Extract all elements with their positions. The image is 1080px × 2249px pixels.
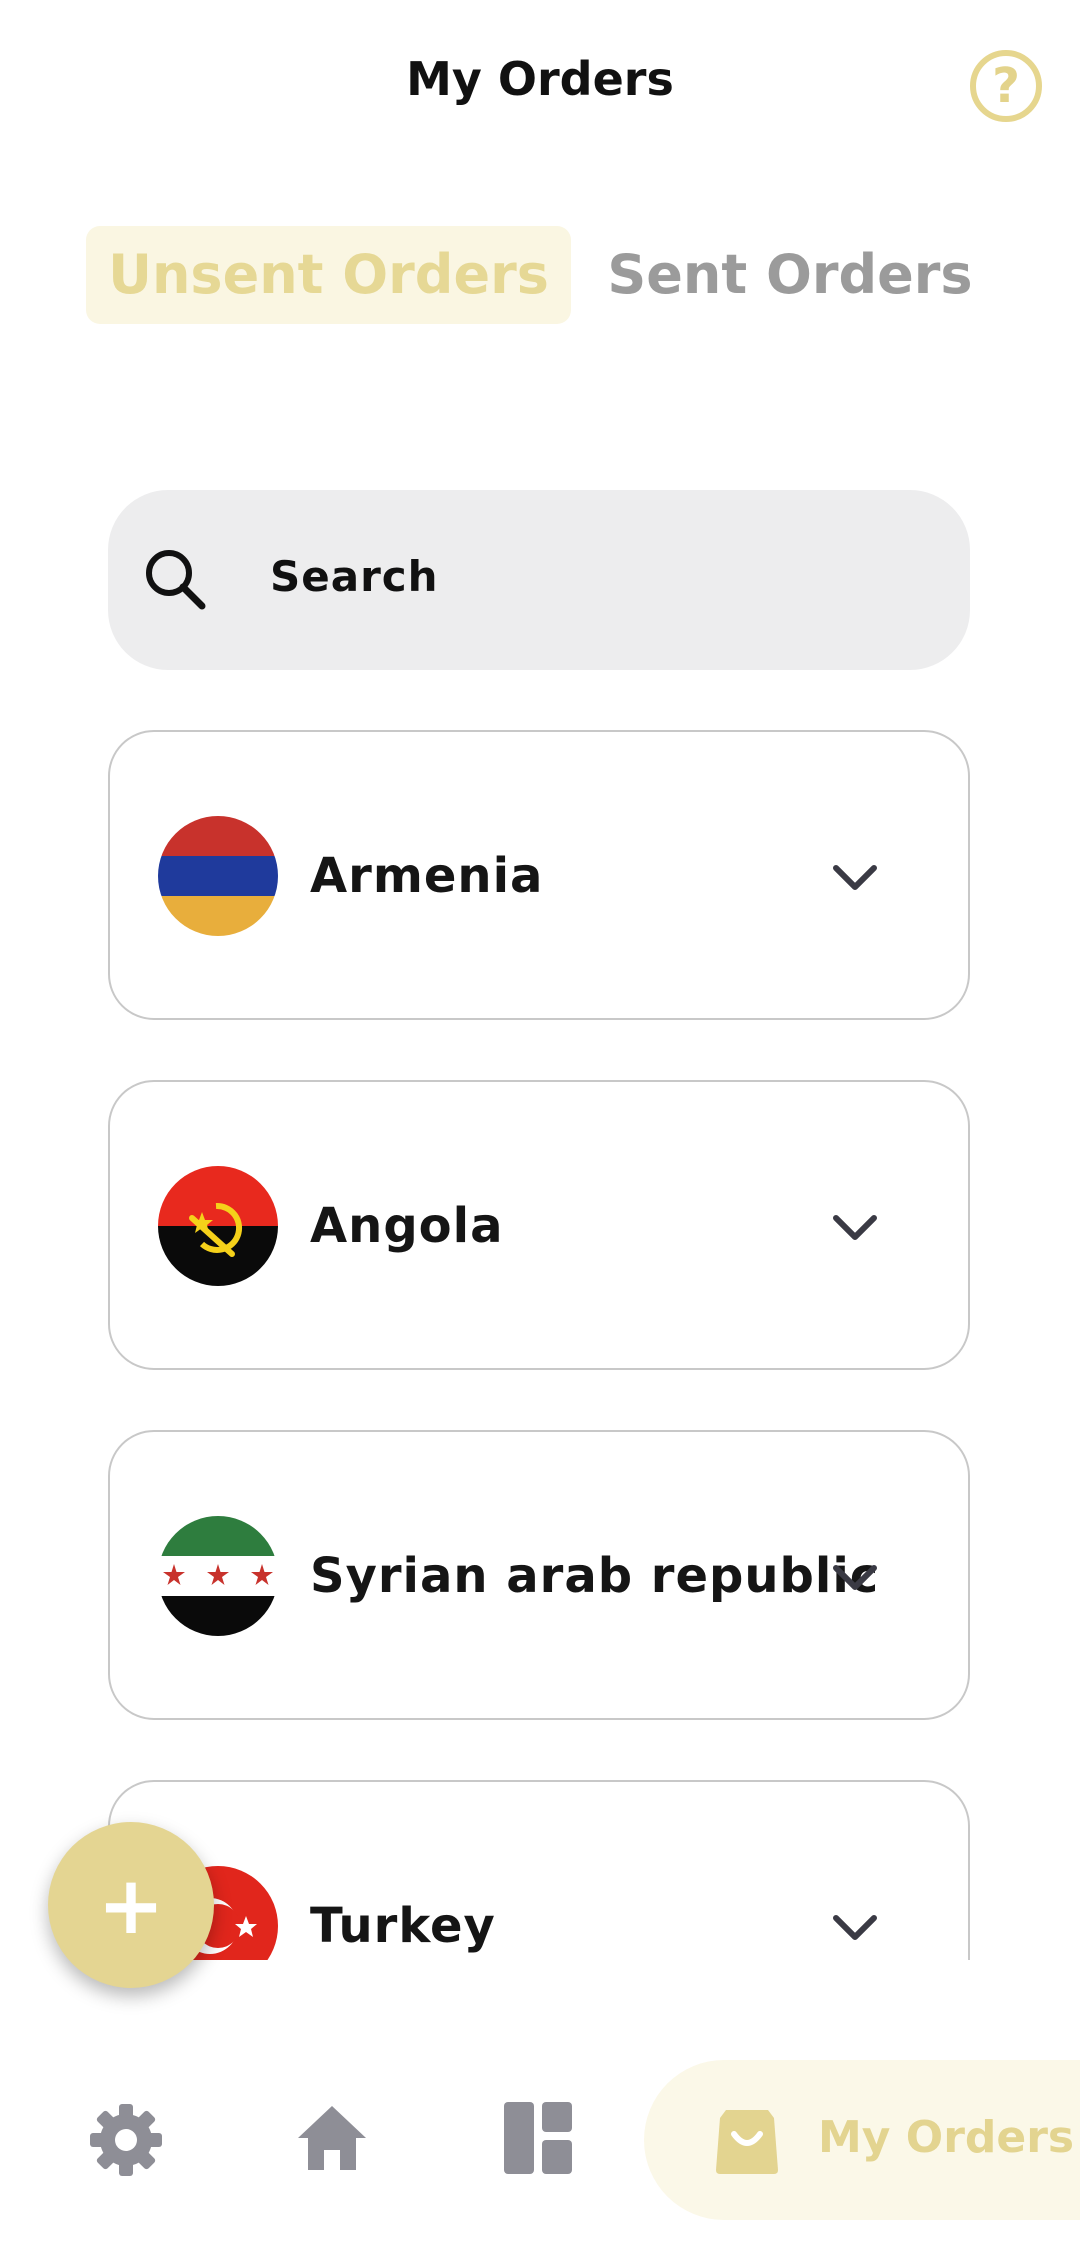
chevron-down-icon[interactable] (828, 1200, 882, 1254)
country-name: Angola (310, 1198, 504, 1254)
country-card-angola[interactable]: Angola (108, 1080, 970, 1370)
country-name: Turkey (310, 1898, 496, 1954)
search-input[interactable]: Search (270, 552, 439, 601)
plus-icon: + (97, 1858, 165, 1952)
help-icon[interactable]: ? (970, 50, 1042, 122)
search-bar[interactable] (108, 490, 970, 670)
home-icon[interactable] (294, 2100, 370, 2176)
top-bar: My Orders ? (0, 0, 1080, 170)
nav-my-orders-label: My Orders (818, 2112, 1075, 2163)
tab-unsent-orders[interactable]: Unsent Orders (86, 226, 571, 324)
add-order-button[interactable]: + (48, 1822, 214, 1988)
dashboard-icon[interactable] (504, 2102, 572, 2174)
armenia-flag-icon (158, 816, 278, 936)
angola-flag-icon (158, 1166, 278, 1286)
nav-my-orders[interactable]: My Orders (644, 2060, 1080, 2220)
syria-flag-icon (158, 1516, 278, 1636)
order-tabs: Unsent Orders Sent Orders (0, 226, 1080, 324)
country-card-syria[interactable]: Syrian arab republic (108, 1430, 970, 1720)
search-icon (146, 550, 206, 610)
chevron-down-icon[interactable] (828, 1550, 882, 1604)
country-card-armenia[interactable]: Armenia (108, 730, 970, 1020)
country-name: Armenia (310, 848, 544, 904)
help-glyph: ? (992, 58, 1020, 114)
country-name: Syrian arab republic (310, 1548, 880, 1604)
country-list: Armenia Angola Syrian arab republic Turk… (108, 730, 972, 1960)
bottom-navigation: My Orders (0, 2040, 1080, 2249)
chevron-down-icon[interactable] (828, 850, 882, 904)
country-card-turkey[interactable]: Turkey (108, 1780, 970, 1960)
page-title: My Orders (406, 52, 674, 106)
shopping-bag-icon (716, 2110, 778, 2174)
gear-icon[interactable] (88, 2102, 164, 2178)
tab-sent-orders[interactable]: Sent Orders (600, 226, 980, 324)
chevron-down-icon[interactable] (828, 1900, 882, 1954)
